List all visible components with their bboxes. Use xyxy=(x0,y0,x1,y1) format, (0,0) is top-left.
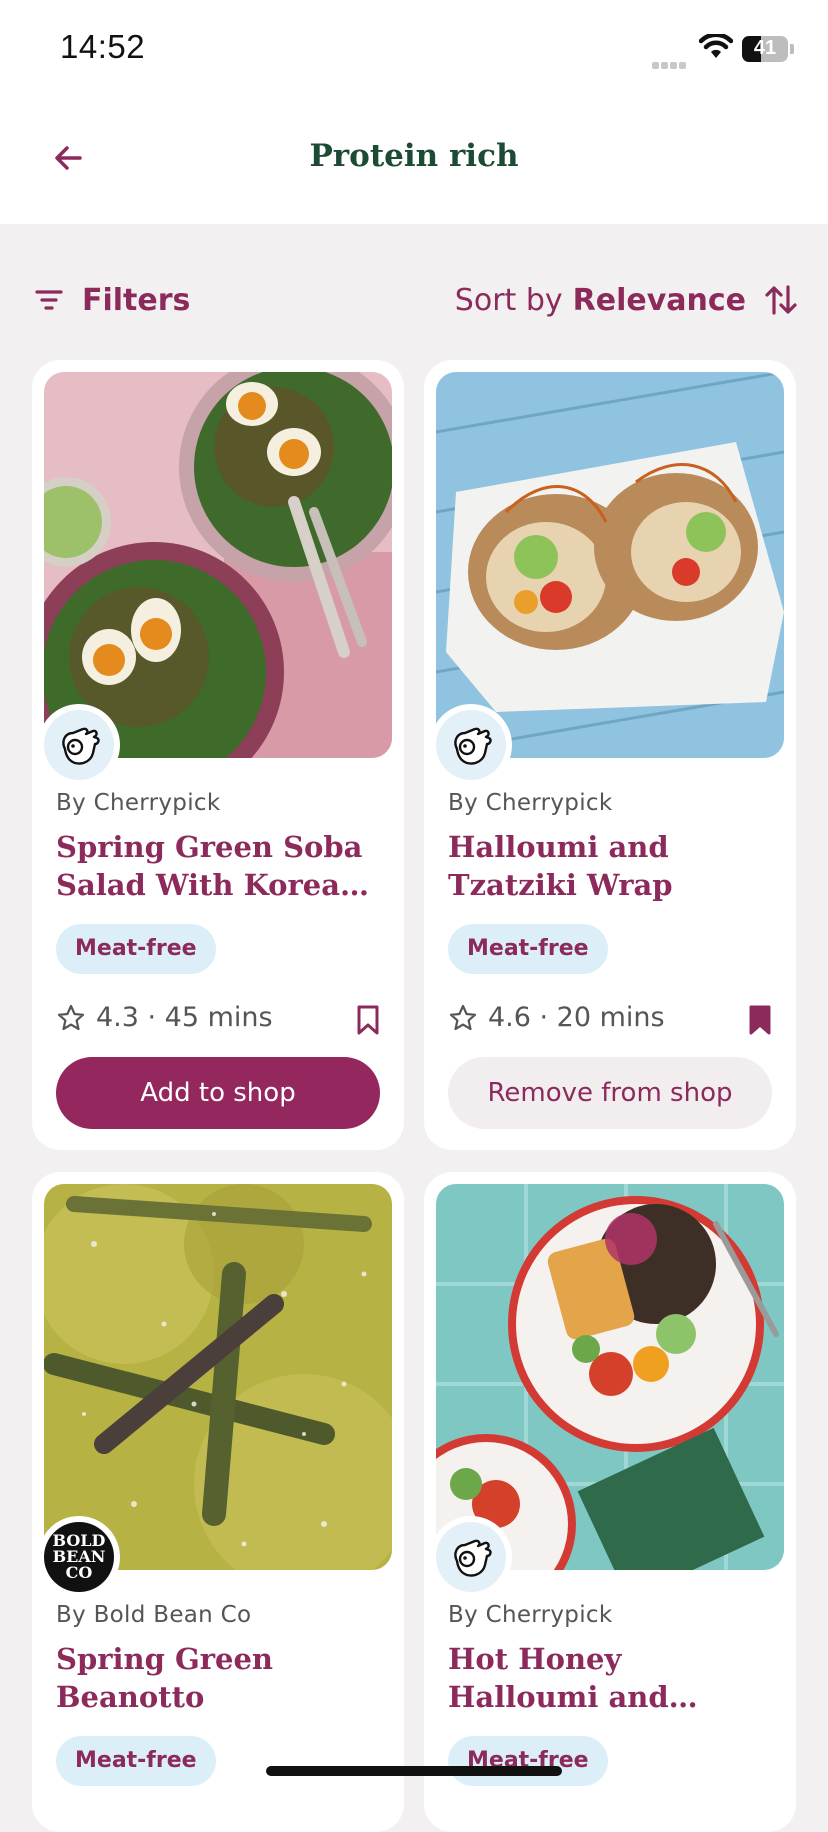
rating-and-time: 4.3 · 45 mins xyxy=(96,1002,273,1033)
publisher-logo xyxy=(430,704,512,786)
filters-button[interactable]: Filters xyxy=(34,278,190,322)
bookmark-filled-icon xyxy=(749,1005,771,1035)
publisher-logo: BOLD BEAN CO xyxy=(38,1516,120,1598)
diet-tag: Meat-free xyxy=(448,1736,608,1786)
publisher-logo xyxy=(430,1516,512,1598)
recipe-image[interactable] xyxy=(436,1184,784,1570)
recipe-title[interactable]: Hot Honey Halloumi and Lentil Bowl xyxy=(448,1640,768,1716)
status-bar: 14:52 41 xyxy=(0,0,828,100)
diet-tag: Meat-free xyxy=(56,924,216,974)
recipe-image[interactable] xyxy=(436,372,784,758)
cherrypick-hand-icon xyxy=(454,1539,492,1577)
recipe-card[interactable]: By Cherrypick Halloumi and Tzatziki Wrap… xyxy=(424,360,796,1150)
rating-and-time: 4.6 · 20 mins xyxy=(488,1002,665,1033)
battery-level: 41 xyxy=(753,37,777,59)
wifi-icon xyxy=(699,34,733,58)
filter-sort-bar: Filters Sort by Relevance xyxy=(0,270,828,330)
sort-value: Relevance xyxy=(572,282,746,318)
sort-prefix: Sort by xyxy=(454,282,563,318)
sort-arrows-icon xyxy=(765,285,797,315)
page-header: Protein rich xyxy=(0,100,828,224)
recipe-card[interactable]: By Cherrypick Hot Honey Halloumi and Len… xyxy=(424,1172,796,1832)
recipe-image[interactable] xyxy=(44,1184,392,1570)
recipe-author: By Bold Bean Co xyxy=(56,1602,252,1628)
home-indicator[interactable] xyxy=(266,1766,562,1776)
cellular-signal-icon xyxy=(652,54,690,69)
star-icon xyxy=(57,1004,85,1030)
recipe-title[interactable]: Halloumi and Tzatziki Wrap xyxy=(448,828,768,904)
page-title: Protein rich xyxy=(309,138,519,174)
status-time: 14:52 xyxy=(60,28,146,65)
recipe-meta: 4.3 · 45 mins xyxy=(56,1002,273,1033)
recipe-title[interactable]: Spring Green Beanotto xyxy=(56,1640,376,1716)
recipe-card[interactable]: By Cherrypick Spring Green Soba Salad Wi… xyxy=(32,360,404,1150)
remove-from-shop-button[interactable]: Remove from shop xyxy=(448,1057,772,1129)
cherrypick-hand-icon xyxy=(454,727,492,765)
recipe-author: By Cherrypick xyxy=(448,1602,613,1628)
recipe-card[interactable]: BOLD BEAN CO By Bold Bean Co Spring Gree… xyxy=(32,1172,404,1832)
battery-cap xyxy=(790,44,794,54)
filter-icon xyxy=(35,290,63,310)
recipe-title[interactable]: Spring Green Soba Salad With Korean Eggs xyxy=(56,828,376,904)
recipe-meta: 4.6 · 20 mins xyxy=(448,1002,665,1033)
filters-label: Filters xyxy=(82,282,191,318)
bold-bean-co-logo: BOLD BEAN CO xyxy=(44,1522,114,1592)
recipe-author: By Cherrypick xyxy=(448,790,613,816)
diet-tag: Meat-free xyxy=(56,1736,216,1786)
bookmark-outline-icon xyxy=(357,1005,379,1035)
bookmark-button[interactable] xyxy=(746,1004,774,1036)
add-to-shop-button[interactable]: Add to shop xyxy=(56,1057,380,1129)
sort-button[interactable]: Sort by Relevance xyxy=(455,278,798,322)
cherrypick-hand-icon xyxy=(62,727,100,765)
publisher-logo xyxy=(38,704,120,786)
star-icon xyxy=(449,1004,477,1030)
recipe-image[interactable] xyxy=(44,372,392,758)
recipe-author: By Cherrypick xyxy=(56,790,221,816)
diet-tag: Meat-free xyxy=(448,924,608,974)
battery-icon: 41 xyxy=(742,36,788,62)
bookmark-button[interactable] xyxy=(354,1004,382,1036)
